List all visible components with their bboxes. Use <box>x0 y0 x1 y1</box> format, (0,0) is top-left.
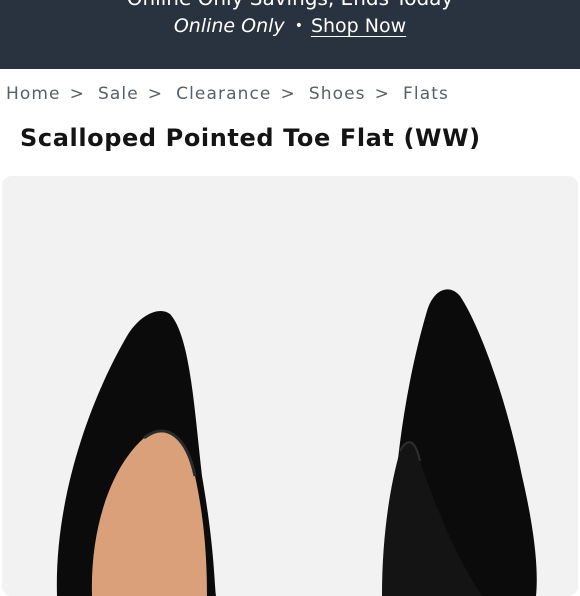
promo-line: Online Only • Shop Now <box>0 15 580 37</box>
promo-channel: Online Only <box>173 15 285 37</box>
breadcrumb-separator: > <box>280 84 296 104</box>
promo-banner: Online Only Savings, Ends Today Online O… <box>0 0 580 69</box>
breadcrumb-shoes[interactable]: Shoes <box>309 84 366 104</box>
breadcrumb-flats[interactable]: Flats <box>403 84 449 104</box>
breadcrumb-separator: > <box>147 84 164 104</box>
breadcrumb-sale[interactable]: Sale <box>98 84 139 104</box>
promo-separator: • <box>294 18 303 34</box>
breadcrumb-separator: > <box>374 84 390 104</box>
promo-headline: Online Only Savings, Ends Today <box>0 0 580 10</box>
breadcrumb: Home > Sale > Clearance > Shoes > Flats <box>6 84 449 104</box>
shop-now-link[interactable]: Shop Now <box>311 15 406 37</box>
breadcrumb-separator: > <box>69 84 85 104</box>
breadcrumb-home[interactable]: Home <box>6 84 61 104</box>
product-image <box>2 176 578 596</box>
breadcrumb-clearance[interactable]: Clearance <box>176 84 271 104</box>
product-image-gallery[interactable] <box>2 176 578 596</box>
product-title: Scalloped Pointed Toe Flat (WW) <box>20 124 481 152</box>
